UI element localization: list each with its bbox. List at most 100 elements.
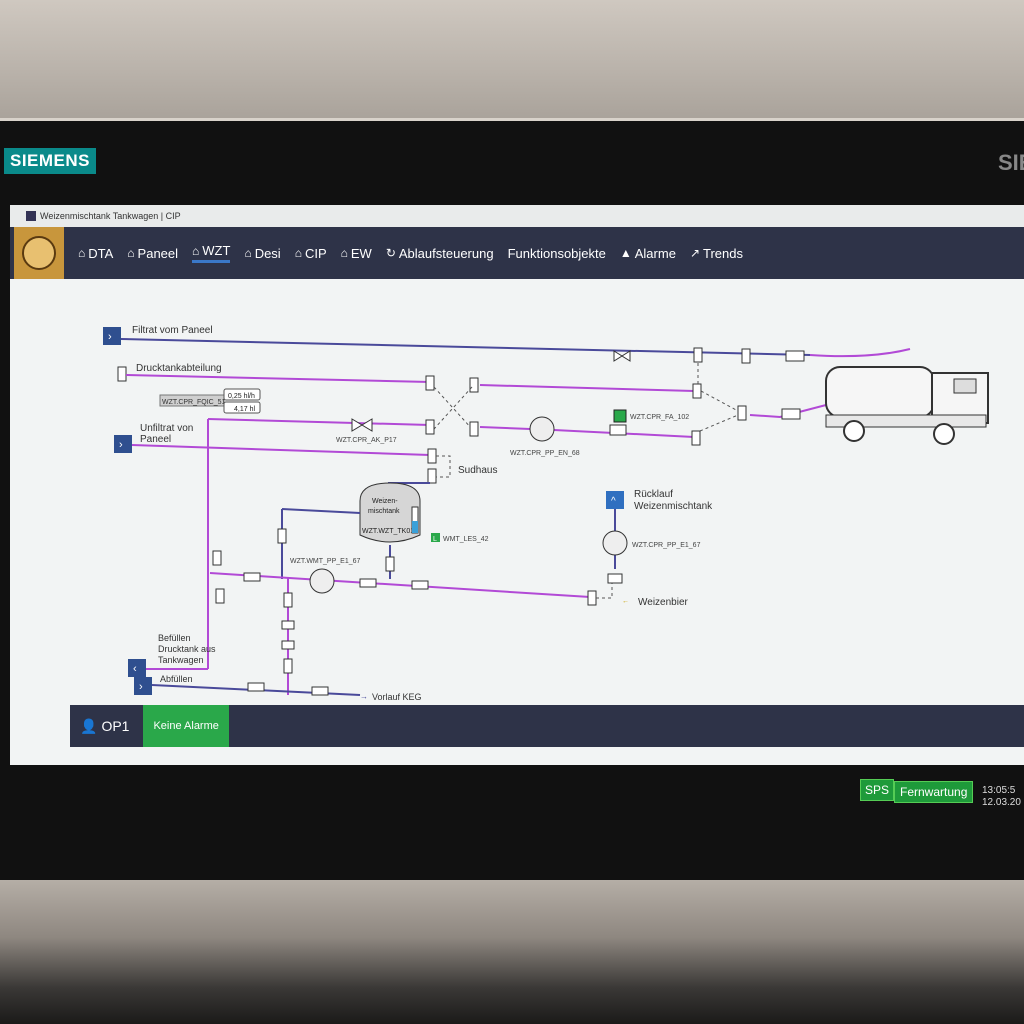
valve-left-1[interactable] <box>212 550 222 566</box>
valve-weizenbier[interactable] <box>587 590 597 606</box>
valve-block-4[interactable] <box>692 383 702 399</box>
valve-x-3[interactable] <box>425 419 435 435</box>
pipe-tank-inlet <box>281 508 361 514</box>
valve-lower-2[interactable] <box>359 578 377 588</box>
trend-icon: ↗ <box>689 246 700 260</box>
valve-col-3[interactable] <box>281 640 295 650</box>
nav-cip[interactable]: ⌂ CIP <box>295 246 327 261</box>
fqic-total: 4,17 hl <box>234 406 255 413</box>
valve-block-2[interactable] <box>741 348 751 364</box>
valve-block-6[interactable] <box>737 405 747 421</box>
home-icon: ⌂ <box>340 246 348 260</box>
chevron-right-icon: › <box>139 681 143 693</box>
valve-filtrat-b[interactable] <box>621 350 631 362</box>
home-icon: ⌂ <box>294 246 302 260</box>
refresh-icon: ↻ <box>385 246 396 260</box>
valve-ruecklauf[interactable] <box>607 573 623 584</box>
fa-indicator[interactable] <box>613 409 627 423</box>
nav-arrow-befuellen[interactable] <box>128 659 146 677</box>
valve-block-7[interactable] <box>781 408 801 420</box>
arrow-right-icon: → <box>360 692 368 701</box>
label-unfiltrat-1: Unfiltrat von <box>140 423 193 434</box>
nav-ablaufsteuerung[interactable]: ↻ Ablaufsteuerung <box>386 246 494 261</box>
nav-arrow-abfuellen[interactable] <box>134 677 152 695</box>
sps-status[interactable]: SPS <box>860 779 895 801</box>
pump-wmt[interactable] <box>309 568 335 594</box>
valve-block-5[interactable] <box>691 430 701 446</box>
dashed-d-1 <box>700 390 739 412</box>
nav-funktionsobjekte[interactable]: Funktionsobjekte <box>508 246 606 261</box>
pipe-upper-feed <box>207 418 431 426</box>
hmi-screen: Weizenmischtank Tankwagen | CIP ⌂ DTA ⌂ Pa… <box>10 205 1024 810</box>
valve-sudhaus-2[interactable] <box>427 468 437 484</box>
valve-col-2[interactable] <box>281 620 295 630</box>
pipe-filtrat <box>120 338 811 356</box>
label-ruecklauf-2: Weizenmischtank <box>634 501 713 512</box>
fqic-tag: WZT.CPR_FQIC_51 <box>162 399 226 406</box>
valve-drucktank[interactable] <box>117 366 127 382</box>
nav-ew[interactable]: ⌂ EW <box>341 246 372 261</box>
home-icon: ⌂ <box>78 246 86 260</box>
window-title: Weizenmischtank Tankwagen | CIP <box>40 211 181 221</box>
valve-ak-b[interactable] <box>361 418 373 432</box>
pipe-drucktank-2 <box>479 384 695 392</box>
valve-x-2[interactable] <box>469 377 479 393</box>
nav-desi[interactable]: ⌂ Desi <box>244 246 280 261</box>
hmi-footer: 👤 OP1 Keine Alarme <box>70 705 1024 747</box>
tank-tag: WZT.WZT_TK01 <box>362 528 414 535</box>
valve-ak-a[interactable] <box>351 418 363 432</box>
fernwartung-status[interactable]: Fernwartung <box>894 781 974 803</box>
window-icon <box>26 211 36 221</box>
tank-label-1: Weizen- <box>372 498 398 505</box>
valve-block-3[interactable] <box>785 350 805 362</box>
valve-col-4[interactable] <box>283 658 293 674</box>
valve-x-4[interactable] <box>469 421 479 437</box>
nav-wzt[interactable]: ⌂ WZT <box>192 243 231 263</box>
tank-label-2: mischtank <box>368 508 400 515</box>
nav-paneel[interactable]: ⌂ Paneel <box>127 246 178 261</box>
alarm-status-button[interactable]: Keine Alarme <box>143 705 229 747</box>
tank-level-fill <box>412 521 418 533</box>
nav-arrow-unfiltrat[interactable] <box>114 435 132 453</box>
valve-filtrat-a[interactable] <box>613 350 623 362</box>
valve-lower-1[interactable] <box>243 572 261 582</box>
pump-en[interactable] <box>529 416 555 442</box>
chevron-up-icon: ^ <box>611 496 616 507</box>
les-tag: WMT_LES_42 <box>443 536 489 543</box>
dashed-d-2 <box>699 414 739 432</box>
nav-alarme[interactable]: ▲ Alarme <box>620 246 676 261</box>
nav-arrow-filtrat[interactable] <box>103 327 121 345</box>
nav-trends[interactable]: ↗ Trends <box>690 246 743 261</box>
valve-x-1[interactable] <box>425 375 435 391</box>
valve-fa[interactable] <box>609 424 627 436</box>
pipe-unfiltrat <box>131 444 431 456</box>
label-filtrat: Filtrat vom Paneel <box>132 325 213 336</box>
chevron-right-icon: › <box>119 439 123 451</box>
pipe-to-pump-en <box>479 426 531 430</box>
clock-date: 12.03.20 <box>982 797 1021 808</box>
valve-sudhaus-1[interactable] <box>427 448 437 464</box>
nav-dta[interactable]: ⌂ DTA <box>78 246 113 261</box>
label-ruecklauf-1: Rücklauf <box>634 489 673 500</box>
pump-ruecklauf[interactable] <box>602 530 628 556</box>
valve-abf-2[interactable] <box>311 686 329 696</box>
valve-outlet[interactable] <box>385 556 395 572</box>
valve-left-2[interactable] <box>215 588 225 604</box>
tanker-truck <box>825 366 989 445</box>
label-unfiltrat-2: Paneel <box>140 434 171 445</box>
fa-tag: WZT.CPR_FA_102 <box>630 414 689 421</box>
fqic-rate: 0,25 hl/h <box>228 393 255 400</box>
label-abfuellen: Abfüllen <box>160 674 193 684</box>
chevron-left-icon: ‹ <box>133 663 137 675</box>
pump-ruecklauf-tag: WZT.CPR_PP_E1_67 <box>632 542 701 549</box>
valve-col-1[interactable] <box>283 592 293 608</box>
valve-lower-3[interactable] <box>411 580 429 590</box>
arrow-left-icon: ← <box>622 598 629 605</box>
brewery-logo-icon <box>22 236 56 270</box>
valve-ak-tag: WZT.CPR_AK_P17 <box>336 437 397 444</box>
user-indicator[interactable]: 👤 OP1 <box>80 718 129 735</box>
brewery-logo[interactable] <box>14 227 64 279</box>
valve-block-1[interactable] <box>693 347 703 363</box>
valve-riser[interactable] <box>277 528 287 544</box>
valve-abf-1[interactable] <box>247 682 265 692</box>
